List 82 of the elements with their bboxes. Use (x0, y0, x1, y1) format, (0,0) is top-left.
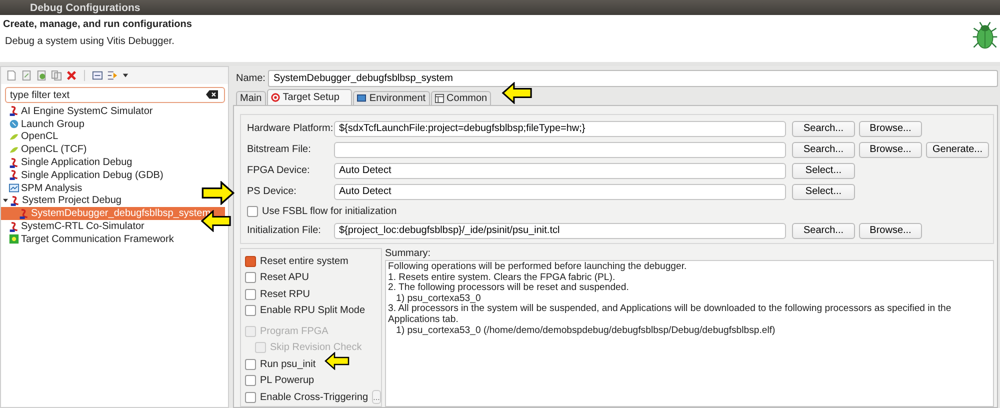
tab[interactable]: Target Setup (266, 89, 352, 105)
tree-item[interactable]: OpenCL (1, 130, 62, 144)
copy-icon[interactable] (51, 70, 62, 81)
tree-item[interactable]: OpenCL (TCF) (1, 143, 91, 156)
text-field[interactable]: Auto Detect (334, 184, 786, 200)
expand-arrow-icon[interactable] (3, 198, 8, 204)
field-label: Bitstream File: (247, 144, 312, 155)
tree-item[interactable]: SystemC-RTL Co-Simulator (1, 220, 148, 233)
summary-line: 3. All processors in the system will be suspended, and Applications will be downloaded to the following processors as specified in the Applications tab. (388, 304, 952, 326)
dropdown-caret-icon[interactable] (122, 72, 129, 79)
dialog-button[interactable]: Browse... (859, 142, 922, 158)
option-checkbox[interactable]: Reset RPU (245, 288, 310, 300)
tab[interactable]: Environment (353, 91, 430, 105)
summary-line: 1) psu_cortexa53_0 (/home/demo/demobspdebug/debugfsblbsp/Debug/debugfsblbsp.elf) (395, 326, 776, 336)
option-checkbox[interactable]: Enable RPU Split Mode (245, 305, 366, 316)
edit-document-icon[interactable] (21, 70, 32, 81)
leaf-icon (9, 144, 19, 155)
checkbox[interactable] (245, 288, 256, 300)
tree-item[interactable]: Launch Group (1, 118, 88, 131)
text-field[interactable]: ${sdxTcfLaunchFile:project=debugfsblbsp;fileType=hw;} (334, 120, 786, 136)
callout-arrow (500, 82, 534, 104)
tree-item[interactable]: Single Application Debug (GDB) (1, 168, 168, 182)
checkbox[interactable] (245, 392, 256, 403)
ellipsis-button[interactable]: ... (372, 390, 381, 404)
dialog-button[interactable]: Browse... (859, 120, 922, 136)
checkbox[interactable] (245, 256, 256, 267)
dialog-button[interactable]: Select... (792, 162, 855, 178)
monitor-icon (357, 94, 366, 103)
collapse-all-icon[interactable] (92, 70, 103, 81)
dialog-button[interactable]: Select... (792, 184, 855, 200)
field-label: PS Device: (247, 186, 298, 197)
option-checkbox[interactable]: Enable Cross-Triggering (245, 392, 368, 403)
tab[interactable]: Main (236, 91, 266, 105)
chart-window-icon (9, 183, 19, 194)
dialog-button[interactable]: Generate... (926, 142, 989, 158)
text-field[interactable] (334, 142, 786, 158)
summary-line: Following operations will be performed before launching the debugger. (388, 262, 688, 273)
dialog-button[interactable]: Search... (792, 120, 855, 136)
option-checkbox[interactable]: Reset APU (245, 272, 309, 284)
summary-line: 1. Resets entire system. Clears the FPGA fabric (PL). (388, 272, 616, 283)
field-label: Hardware Platform: (247, 123, 334, 134)
tree-item[interactable]: Single Application Debug (1, 156, 136, 169)
text-field[interactable]: Auto Detect (334, 162, 786, 178)
name-label: Name: (236, 73, 266, 84)
option-checkbox[interactable]: Run psu_init (245, 358, 316, 370)
tree-item[interactable]: AI Engine SystemC Simulator (1, 105, 157, 118)
option-checkbox[interactable]: Reset entire system (245, 256, 348, 267)
filter-icon[interactable] (107, 70, 118, 81)
field-label: FPGA Device: (247, 165, 311, 176)
header-title: Create, manage, and run configurations (3, 19, 192, 30)
field-label: Initialization File: (247, 225, 322, 236)
summary-line: 1) psu_cortexa53_0 (395, 294, 482, 304)
checkbox[interactable] (245, 375, 256, 386)
filter-field[interactable]: type filter text (5, 87, 225, 103)
clear-icon[interactable] (206, 90, 218, 99)
table-icon (434, 94, 444, 103)
summary-label: Summary: (385, 248, 432, 260)
checkbox[interactable] (245, 305, 256, 316)
callout-arrow (200, 181, 236, 205)
checkbox[interactable] (247, 206, 258, 216)
delete-icon[interactable] (66, 70, 77, 81)
name-field[interactable]: SystemDebugger_debugfsblbsp_system (268, 70, 998, 87)
checkbox[interactable] (245, 358, 256, 370)
tree-item[interactable]: Target Communication Framework (1, 232, 178, 246)
dialog-button[interactable]: Search... (792, 222, 855, 238)
new-document-icon[interactable] (6, 70, 17, 81)
leaf-icon (9, 132, 19, 142)
text-field[interactable]: ${project_loc:debugfsblbsp}/_ide/psinit/psu_init.tcl (334, 222, 786, 238)
dialog-button[interactable]: Browse... (859, 222, 922, 238)
checkbox[interactable] (245, 272, 256, 284)
window-title: Debug Configurations (30, 2, 140, 14)
fsbl-checkbox[interactable]: Use FSBL flow for initialization (247, 202, 993, 220)
dialog-button[interactable]: Search... (792, 142, 855, 158)
header-subtitle: Debug a system using Vitis Debugger. (4, 36, 176, 47)
option-checkbox[interactable]: PL Powerup (245, 375, 314, 386)
network-icon (9, 234, 19, 244)
tree-item[interactable]: SPM Analysis (1, 182, 86, 195)
bug-icon (972, 21, 998, 51)
tree-item[interactable]: System Project Debug (1, 194, 126, 208)
target-icon (270, 93, 280, 102)
summary-line: 2. The following processors will be reset and suspended. (388, 283, 630, 294)
tab[interactable]: Common (430, 91, 492, 105)
